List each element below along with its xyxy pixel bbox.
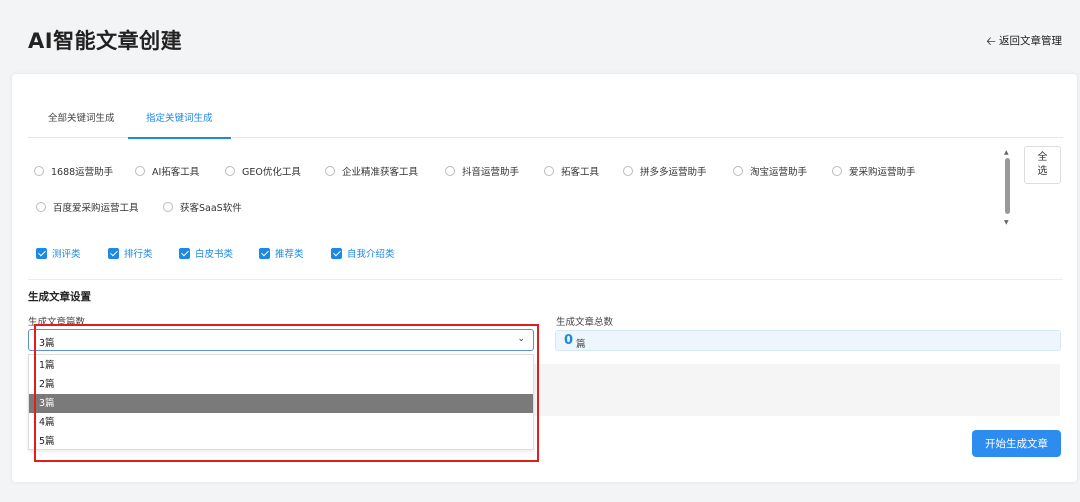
checkbox-checked-icon[interactable] bbox=[179, 247, 190, 259]
generation-mode-tabs: 全部关键词生成 指定关键词生成 bbox=[28, 100, 1063, 139]
checkbox-checked-icon[interactable] bbox=[259, 247, 270, 259]
settings-section-title: 生成文章设置 bbox=[28, 291, 91, 303]
article-count-select[interactable]: 3篇 ⌄ bbox=[28, 329, 534, 351]
checkbox-checked-icon[interactable] bbox=[108, 247, 119, 259]
preview-panel bbox=[534, 364, 1060, 416]
article-count-label: 生成文章篇数 bbox=[28, 317, 86, 328]
keyword-option[interactable]: GEO优化工具 bbox=[225, 164, 301, 178]
select-all-button[interactable]: 全 选 bbox=[1024, 146, 1061, 184]
radio-icon[interactable] bbox=[135, 166, 145, 176]
article-total-unit: 篇 bbox=[576, 339, 586, 350]
tab-all-keywords[interactable]: 全部关键词生成 bbox=[30, 100, 133, 138]
category-checkbox[interactable]: 自我介绍类 bbox=[331, 246, 395, 260]
radio-icon[interactable] bbox=[163, 202, 173, 212]
radio-icon[interactable] bbox=[34, 166, 44, 176]
article-total-display: 0 篇 bbox=[555, 330, 1061, 351]
section-divider bbox=[28, 279, 1063, 280]
category-checkbox[interactable]: 排行类 bbox=[108, 246, 153, 260]
article-count-dropdown: 1篇 2篇 3篇 4篇 5篇 bbox=[28, 354, 534, 450]
start-generate-button[interactable]: 开始生成文章 bbox=[972, 430, 1061, 457]
radio-icon[interactable] bbox=[325, 166, 335, 176]
radio-icon[interactable] bbox=[733, 166, 743, 176]
keyword-option[interactable]: 爱采购运营助手 bbox=[832, 164, 916, 178]
page-header: AI智能文章创建 🡠 返回文章管理 bbox=[0, 0, 1080, 74]
keyword-option[interactable]: 淘宝运营助手 bbox=[733, 164, 807, 178]
radio-icon[interactable] bbox=[832, 166, 842, 176]
arrow-left-icon: 🡠 bbox=[986, 33, 996, 48]
keyword-list: 1688运营助手 AI拓客工具 GEO优化工具 企业精准获客工具 抖音运营助手 … bbox=[34, 154, 994, 224]
radio-icon[interactable] bbox=[544, 166, 554, 176]
keyword-option[interactable]: AI拓客工具 bbox=[135, 164, 199, 178]
keyword-option[interactable]: 百度爱采购运营工具 bbox=[36, 200, 139, 214]
chevron-down-icon: ⌄ bbox=[517, 334, 525, 344]
article-total-label: 生成文章总数 bbox=[556, 317, 614, 328]
back-to-article-management-link[interactable]: 🡠 返回文章管理 bbox=[986, 33, 1062, 48]
category-checkbox[interactable]: 白皮书类 bbox=[179, 246, 233, 260]
checkbox-checked-icon[interactable] bbox=[36, 247, 47, 259]
back-link-label: 返回文章管理 bbox=[999, 35, 1062, 47]
radio-icon[interactable] bbox=[623, 166, 633, 176]
keyword-option[interactable]: 拼多多运营助手 bbox=[623, 164, 707, 178]
keyword-option[interactable]: 抖音运营助手 bbox=[445, 164, 519, 178]
dropdown-option[interactable]: 1篇 bbox=[29, 356, 533, 375]
article-count-value: 3篇 bbox=[39, 338, 55, 349]
keyword-option[interactable]: 1688运营助手 bbox=[34, 164, 113, 178]
category-checkbox[interactable]: 测评类 bbox=[36, 246, 81, 260]
scroll-up-icon[interactable]: ▲ bbox=[1004, 150, 1009, 156]
tab-specified-keywords[interactable]: 指定关键词生成 bbox=[128, 100, 231, 139]
article-create-card: 全部关键词生成 指定关键词生成 1688运营助手 AI拓客工具 GEO优化工具 … bbox=[12, 74, 1077, 482]
keyword-option[interactable]: 获客SaaS软件 bbox=[163, 200, 242, 214]
dropdown-option-selected[interactable]: 3篇 bbox=[29, 394, 533, 413]
scroll-down-icon[interactable]: ▼ bbox=[1004, 220, 1009, 226]
page-title: AI智能文章创建 bbox=[28, 29, 183, 53]
article-total-number: 0 bbox=[564, 333, 574, 348]
keyword-option[interactable]: 企业精准获客工具 bbox=[325, 164, 418, 178]
radio-icon[interactable] bbox=[36, 202, 46, 212]
checkbox-checked-icon[interactable] bbox=[331, 247, 342, 259]
radio-icon[interactable] bbox=[445, 166, 455, 176]
keyword-option[interactable]: 拓客工具 bbox=[544, 164, 599, 178]
category-checkbox[interactable]: 推荐类 bbox=[259, 246, 304, 260]
radio-icon[interactable] bbox=[225, 166, 235, 176]
scrollbar-thumb[interactable] bbox=[1005, 158, 1010, 214]
keyword-list-scrollbar[interactable]: ▲ ▼ bbox=[1004, 150, 1012, 226]
dropdown-option[interactable]: 5篇 bbox=[29, 432, 533, 451]
dropdown-option[interactable]: 4篇 bbox=[29, 413, 533, 432]
dropdown-option[interactable]: 2篇 bbox=[29, 375, 533, 394]
